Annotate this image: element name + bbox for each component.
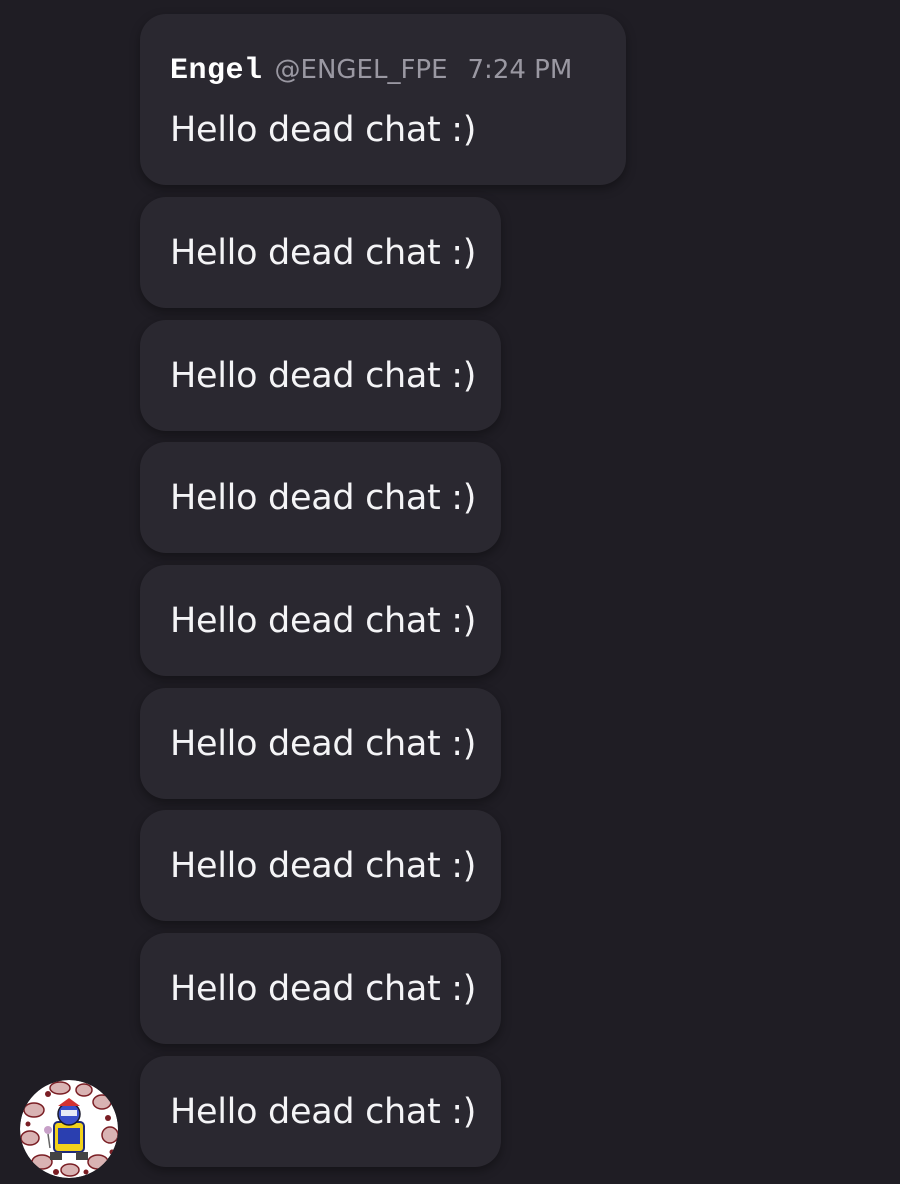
user-avatar-icon[interactable] [20, 1080, 118, 1178]
message-text: Hello dead chat :) [170, 110, 477, 150]
message-bubble[interactable]: Hello dead chat :) [140, 320, 501, 431]
author-name[interactable]: Engel [170, 54, 263, 88]
message-bubble[interactable]: Hello dead chat :) [140, 688, 501, 799]
message-text: Hello dead chat :) [170, 1091, 477, 1132]
message-text: Hello dead chat :) [170, 355, 477, 396]
message-text: Hello dead chat :) [170, 968, 477, 1009]
message-bubble[interactable]: Hello dead chat :) [140, 933, 501, 1044]
avatar-image [20, 1080, 118, 1178]
message-timestamp: 7:24 PM [467, 55, 573, 85]
message-bubble[interactable]: Engel @ENGEL_FPE 7:24 PM Hello dead chat… [140, 14, 626, 185]
message-text: Hello dead chat :) [170, 477, 477, 518]
message-header: Engel @ENGEL_FPE 7:24 PM [170, 54, 596, 88]
message-text: Hello dead chat :) [170, 723, 477, 764]
chat-view: Engel @ENGEL_FPE 7:24 PM Hello dead chat… [0, 0, 900, 1184]
message-bubble[interactable]: Hello dead chat :) [140, 565, 501, 676]
message-text: Hello dead chat :) [170, 845, 477, 886]
message-text: Hello dead chat :) [170, 600, 477, 641]
author-handle[interactable]: @ENGEL_FPE [275, 55, 448, 85]
message-text: Hello dead chat :) [170, 232, 477, 273]
message-bubble[interactable]: Hello dead chat :) [140, 810, 501, 921]
message-bubble[interactable]: Hello dead chat :) [140, 197, 501, 308]
message-bubble[interactable]: Hello dead chat :) [140, 1056, 501, 1167]
message-bubble[interactable]: Hello dead chat :) [140, 442, 501, 553]
